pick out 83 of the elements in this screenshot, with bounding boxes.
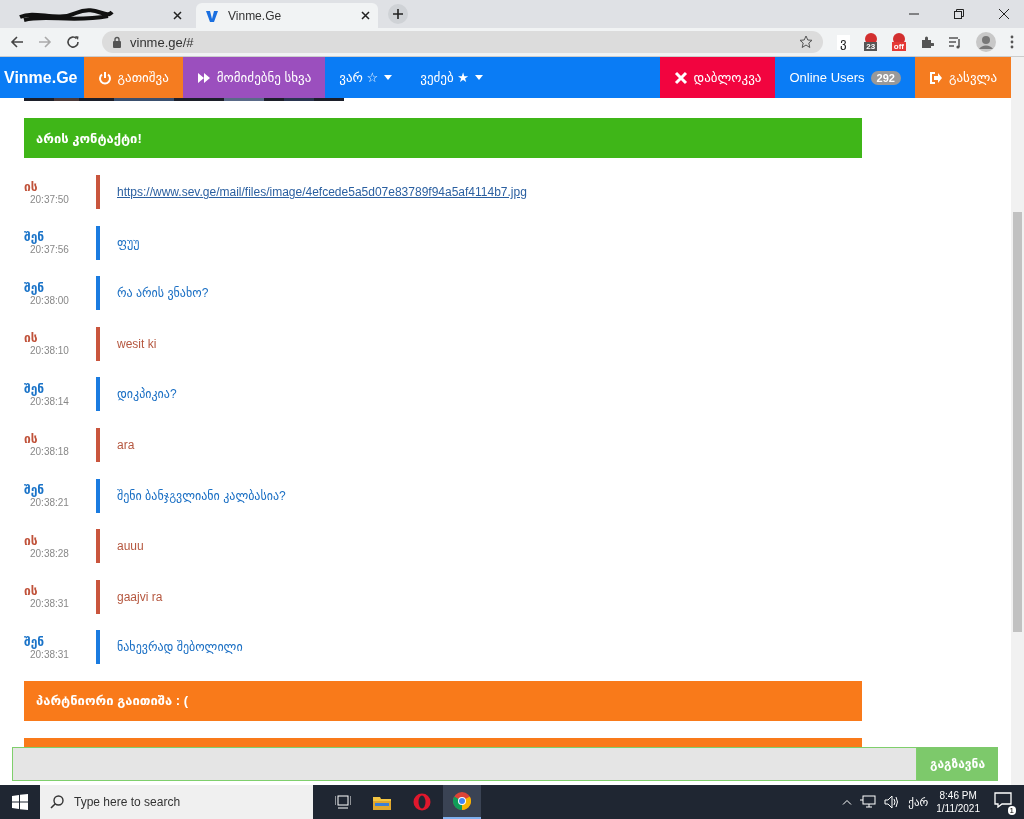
- message-text: ara: [117, 437, 135, 452]
- avatar-icon[interactable]: [976, 32, 996, 52]
- media-icon[interactable]: [948, 35, 962, 49]
- bookmark-star-icon[interactable]: [799, 35, 814, 49]
- sender-name: შენ: [24, 634, 46, 649]
- message-text: დიკპიკია?: [117, 387, 177, 402]
- message-text: auuu: [117, 539, 144, 554]
- close-icon[interactable]: [173, 11, 182, 20]
- url-text: vinme.ge/#: [130, 34, 194, 50]
- message-text: რა არის ვნახო?: [117, 286, 209, 301]
- lock-icon: [112, 36, 122, 48]
- notification-icon[interactable]: [994, 792, 1012, 808]
- message-time: 20:38:14: [30, 395, 70, 407]
- message-time: 20:38:10: [29, 345, 70, 357]
- clock-time[interactable]: 8:46 PM: [939, 789, 977, 802]
- scrollbar-thumb[interactable]: [1013, 212, 1022, 632]
- site-logo[interactable]: Vinme.Ge: [0, 57, 84, 98]
- speaker-icon[interactable]: [884, 795, 901, 809]
- address-bar[interactable]: vinme.ge/#: [102, 31, 824, 53]
- sender-name: შენ: [24, 280, 46, 295]
- extension-icon[interactable]: ვ: [837, 34, 850, 50]
- tab-title: Vinme.Ge: [228, 8, 283, 23]
- close-icon[interactable]: [998, 8, 1010, 20]
- fast-forward-icon: [196, 70, 211, 85]
- caret-icon: [384, 75, 393, 80]
- close-icon[interactable]: [361, 11, 370, 20]
- power-icon: [97, 70, 112, 85]
- task-view-icon[interactable]: [335, 795, 351, 809]
- message-time: 20:38:31: [30, 648, 70, 660]
- puzzle-icon[interactable]: [920, 35, 934, 49]
- taskbar-search-field[interactable]: Type here to search: [40, 785, 313, 819]
- chrome-icon[interactable]: [453, 792, 471, 810]
- close-icon: [673, 70, 688, 85]
- plus-icon: [393, 9, 403, 19]
- message-time: 20:38:21: [29, 497, 70, 509]
- message-link[interactable]: https://www.sev.ge/mail/files/image/4efcede5a5d07e83789f94a5af4114b7.jpg: [117, 185, 527, 199]
- back-icon[interactable]: [10, 35, 24, 49]
- search-icon: [50, 795, 64, 809]
- sender-name: ის: [24, 584, 39, 599]
- restore-icon[interactable]: [953, 8, 965, 20]
- sign-out-icon: [928, 70, 943, 85]
- count-badge: 292: [870, 70, 901, 85]
- new-tab-button[interactable]: [388, 4, 408, 24]
- reload-icon[interactable]: [66, 35, 80, 49]
- message-text: ნახევრად შებოლილი: [117, 640, 243, 655]
- windows-start-icon[interactable]: [12, 794, 28, 810]
- caret-icon: [474, 75, 483, 80]
- nav-item[interactable]: გათიშვა: [83, 57, 183, 98]
- notification-count: 1: [1007, 806, 1016, 815]
- extension-badge: off: [891, 42, 906, 51]
- chevron-up-icon[interactable]: [842, 799, 853, 805]
- sender-name: ის: [24, 533, 39, 548]
- scrollbar[interactable]: [1011, 57, 1024, 785]
- nav-item[interactable]: დაბლოკვა: [659, 57, 776, 98]
- message-text: ფუუ: [117, 235, 140, 250]
- message-text: gaajvi ra: [117, 589, 163, 604]
- notice-text: პარტნიორი გაითიშა : (: [36, 693, 189, 709]
- message-time: 20:37:50: [29, 193, 70, 205]
- clock-date[interactable]: 1/11/2021: [936, 802, 980, 815]
- message-time: 20:38:18: [29, 446, 70, 458]
- message-time: 20:38:31: [29, 598, 70, 610]
- extension-badge: 23: [864, 42, 878, 51]
- sender-name: შენ: [24, 381, 46, 396]
- notice-text: არის კონტაქტი!: [36, 130, 142, 146]
- message-text: wesit ki: [117, 336, 157, 351]
- browser-tab[interactable]: Vinme.Ge: [196, 3, 378, 28]
- message-text: შენი ბანჯგვლიანი კალბასია?: [117, 488, 286, 503]
- nav-item[interactable]: გასვლა: [914, 57, 1011, 98]
- sender-name: ის: [24, 432, 39, 447]
- message-input[interactable]: [12, 747, 917, 781]
- opera-icon[interactable]: [413, 793, 431, 811]
- sender-name: შენ: [24, 230, 46, 245]
- message-time: 20:38:28: [29, 547, 70, 559]
- nav-item[interactable]: მომიძებნე სხვა: [182, 57, 326, 98]
- sender-name: შენ: [24, 483, 46, 498]
- sender-name: ის: [24, 179, 39, 194]
- menu-icon[interactable]: [1010, 35, 1014, 49]
- message-time: 20:38:00: [30, 294, 70, 306]
- sender-name: ის: [24, 331, 39, 346]
- language-indicator[interactable]: ქარ: [908, 795, 929, 809]
- folder-icon[interactable]: [373, 794, 391, 810]
- message-time: 20:37:56: [29, 244, 70, 256]
- network-icon[interactable]: [860, 795, 877, 809]
